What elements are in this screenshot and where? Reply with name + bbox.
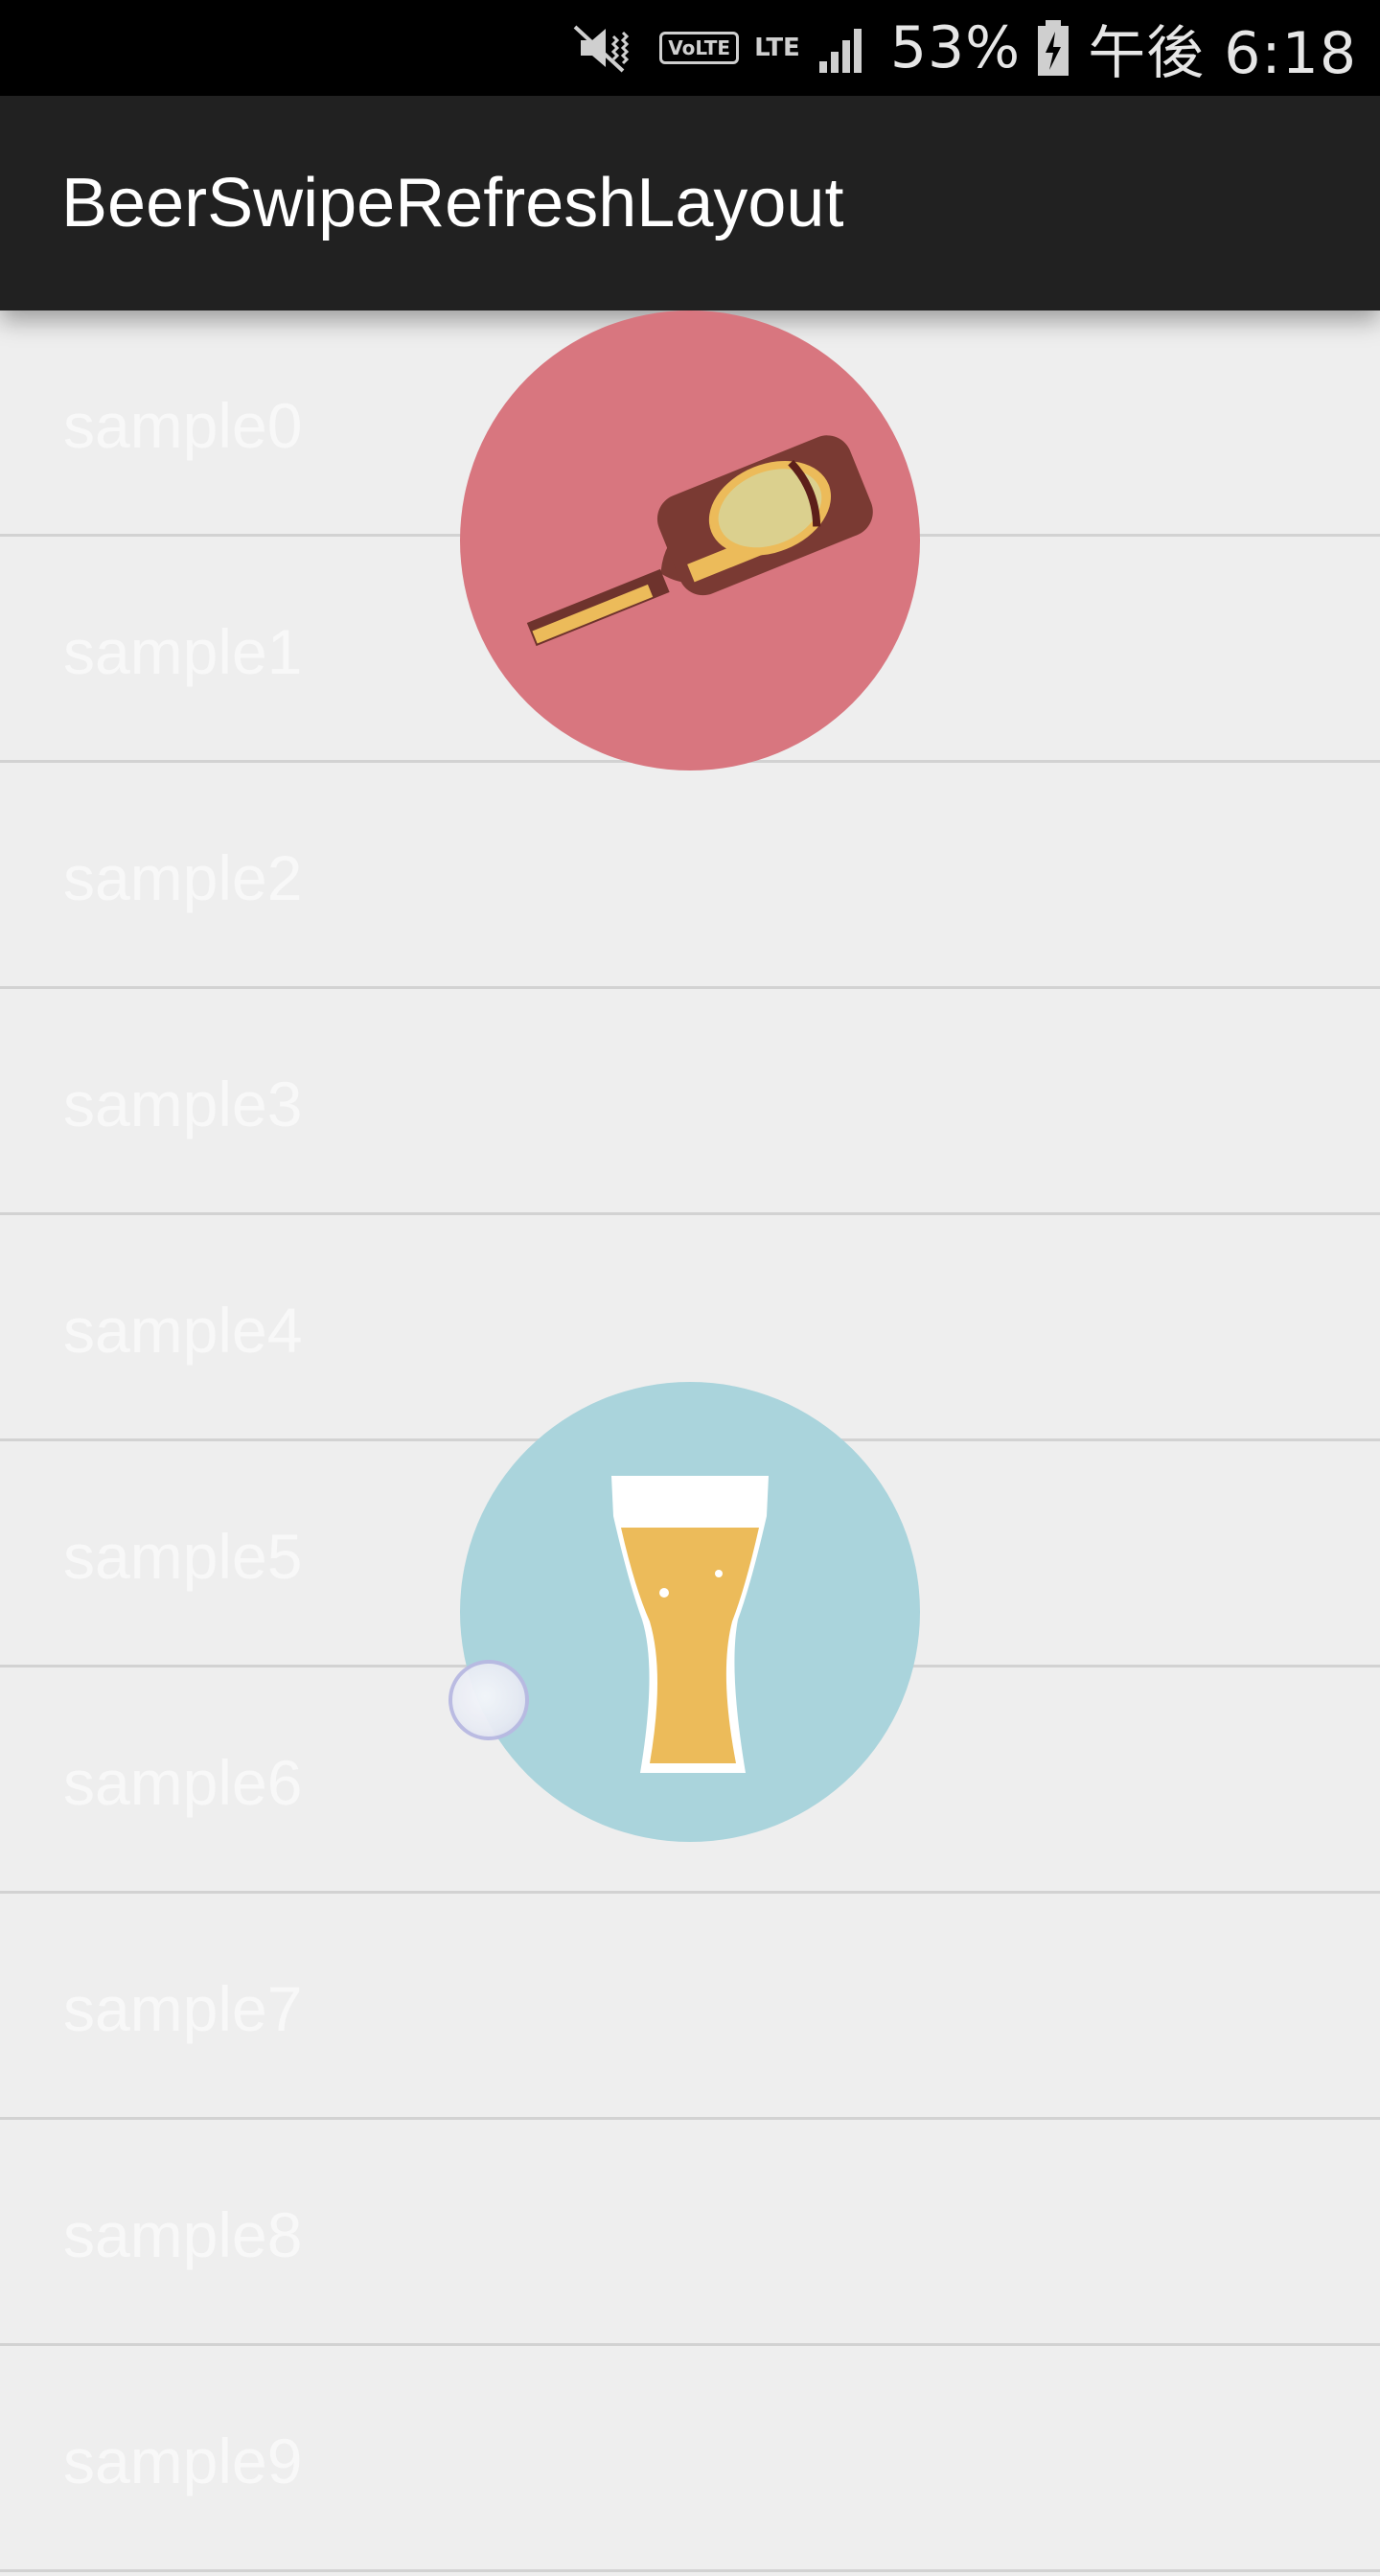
clock: 午後 6:18 [1088, 19, 1357, 87]
battery-percent: 53% [889, 14, 1022, 81]
list-item-label: sample4 [63, 1295, 303, 1366]
list-item[interactable]: sample7 [0, 1894, 1380, 2120]
beer-glass-icon [611, 1476, 769, 1773]
app-title: BeerSwipeRefreshLayout [61, 165, 844, 242]
list-item[interactable]: sample9 [0, 2346, 1380, 2572]
volte-icon: VoLTE [659, 32, 740, 64]
list-item[interactable]: sample8 [0, 2120, 1380, 2346]
beer-indicator [460, 1382, 920, 1842]
list-item[interactable]: sample2 [0, 763, 1380, 989]
list-item-label: sample9 [63, 2426, 303, 2496]
mute-icon [567, 19, 644, 77]
list-item-label: sample1 [63, 616, 303, 687]
list-item-label: sample7 [63, 1973, 303, 2044]
refresh-indicator [460, 310, 920, 770]
beer-bottle-icon [526, 435, 873, 647]
list-item-label: sample5 [63, 1521, 303, 1592]
lte-icon: LTE [754, 34, 800, 62]
status-icons: VoLTE LTE 53% 午後 6:18 [552, 0, 1357, 96]
app-bar: BeerSwipeRefreshLayout [0, 96, 1380, 310]
list-item-label: sample2 [63, 842, 303, 913]
list-item-label: sample6 [63, 1747, 303, 1818]
list-item-label: sample0 [63, 390, 303, 461]
list-item-label: sample8 [63, 2199, 303, 2270]
signal-icon [816, 21, 873, 75]
touch-indicator [448, 1660, 529, 1740]
list-item-label: sample3 [63, 1069, 303, 1139]
list-item[interactable]: sample3 [0, 989, 1380, 1215]
battery-charging-icon [1036, 18, 1070, 78]
status-bar: VoLTE LTE 53% 午後 6:18 [0, 0, 1380, 96]
lte-label: LTE [754, 34, 800, 62]
